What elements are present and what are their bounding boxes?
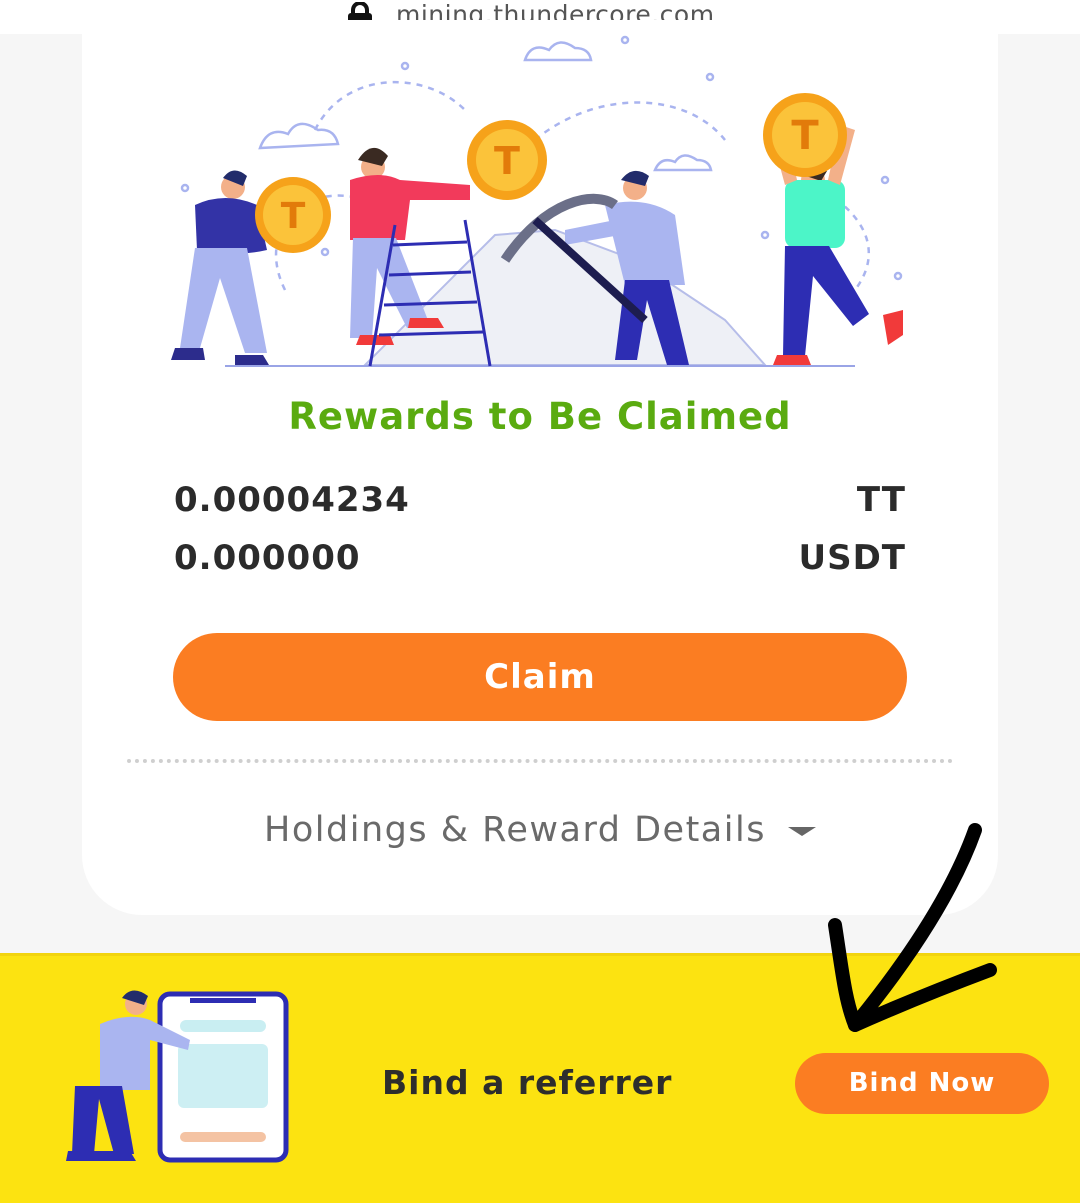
mining-team-illustration: T T T — [171, 35, 903, 367]
claim-button[interactable]: Claim — [173, 633, 907, 721]
holdings-details-label: Holdings & Reward Details — [264, 810, 766, 850]
reward-unit: TT — [856, 480, 906, 520]
svg-text:T: T — [281, 196, 306, 237]
reward-amount: 0.000000 — [174, 538, 361, 578]
svg-text:T: T — [791, 113, 819, 159]
phone-person-illustration — [66, 990, 289, 1163]
bind-now-button[interactable]: Bind Now — [795, 1053, 1049, 1114]
svg-text:T: T — [494, 139, 520, 183]
reward-amount: 0.00004234 — [174, 480, 410, 520]
rewards-title: Rewards to Be Claimed — [288, 395, 792, 438]
caret-down-icon — [787, 826, 816, 836]
bind-referrer-text: Bind a referrer — [382, 1063, 673, 1102]
hand-drawn-arrow-icon — [828, 823, 997, 1032]
reward-unit: USDT — [798, 538, 906, 578]
dotted-divider — [127, 759, 953, 763]
